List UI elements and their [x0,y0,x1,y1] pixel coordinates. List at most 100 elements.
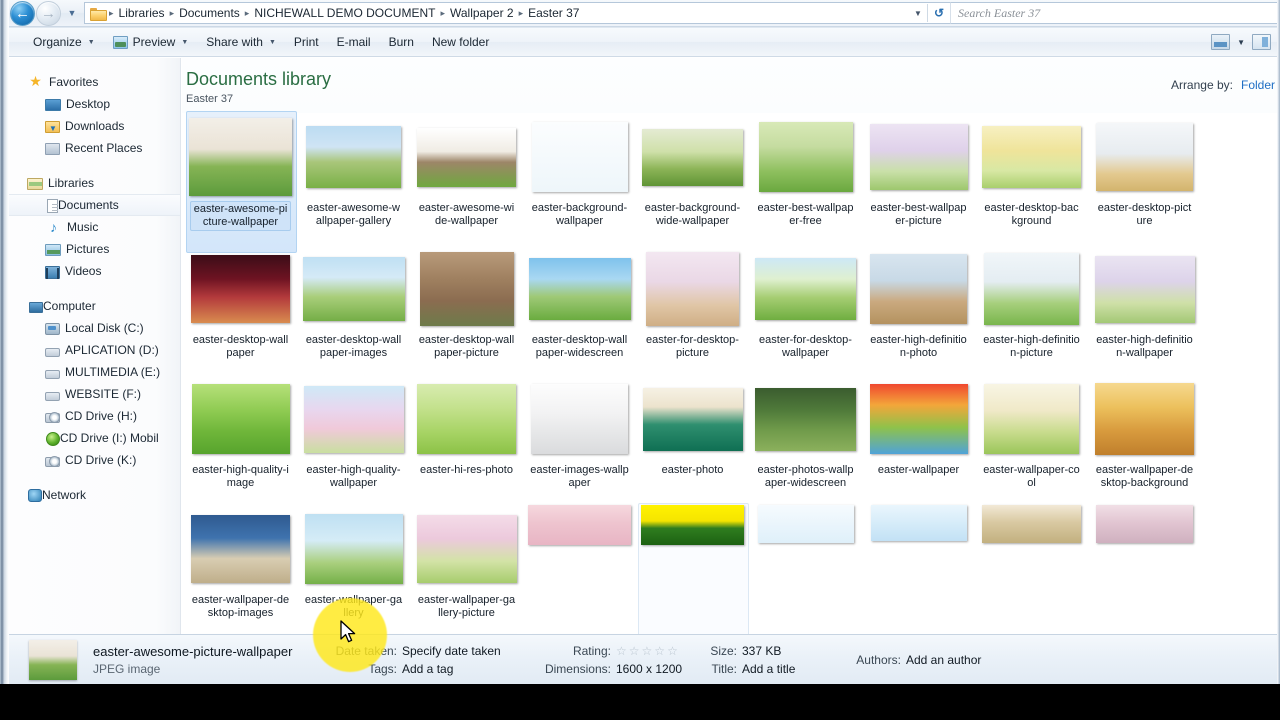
file-item[interactable]: easter-high-quality-wallpaper [297,375,410,491]
tags-value[interactable]: Add a tag [402,660,453,678]
organize-button[interactable]: Organize ▼ [24,31,104,53]
file-item[interactable]: easter-hi-res-photo [410,375,523,491]
navigation-pane[interactable]: ★ Favorites Desktop Downloads Recent Places L… [9,58,181,634]
file-item[interactable]: easter-high-definition-wallpaper [1088,245,1201,361]
file-item[interactable]: easter-wallpaper-desktop-images [184,505,297,621]
rating-star[interactable]: ☆ [616,642,627,660]
refresh-icon[interactable]: ↺ [928,2,950,24]
authors-value[interactable]: Add an author [906,651,981,669]
file-item[interactable]: easter-desktop-picture [1088,113,1201,231]
breadcrumb-item-easter-37[interactable]: Easter 37 [524,5,583,21]
burn-button[interactable]: Burn [380,31,423,53]
file-item[interactable] [862,505,975,621]
sidebar-group-computer[interactable]: Computer [9,295,180,317]
sidebar-item-website-f[interactable]: WEBSITE (F:) [9,383,180,405]
address-chevron-down-icon[interactable]: ▼ [909,9,927,18]
view-chevron-down-icon[interactable]: ▼ [1232,38,1250,47]
sidebar-item-label: MULTIMEDIA (E:) [65,365,161,379]
sidebar-item-documents[interactable]: Documents [9,194,180,216]
preview-button[interactable]: Preview ▼ [104,31,198,53]
back-arrow-icon[interactable]: ← [10,0,35,26]
file-item[interactable]: easter-wallpaper-cool [975,375,1088,491]
show-preview-pane-icon[interactable] [1252,34,1271,50]
file-item[interactable]: easter-background-wide-wallpaper [636,113,749,231]
file-item[interactable]: easter-high-definition-photo [862,245,975,361]
breadcrumb-item-wallpaper-2[interactable]: Wallpaper 2 [446,5,518,21]
sidebar-item-videos[interactable]: Videos [9,260,180,282]
file-item[interactable]: easter-desktop-wallpaper-picture [410,245,523,361]
file-thumbnail-wrap [189,245,292,333]
file-item[interactable] [975,505,1088,621]
sidebar-item-label: Downloads [65,119,125,133]
file-item[interactable]: easter-for-desktop-picture [636,245,749,361]
file-item[interactable]: easter-images-wallpaper [523,375,636,491]
search-input[interactable]: Search Easter 37 [950,2,1280,24]
file-list-pane[interactable]: Documents library Easter 37 Arrange by: … [182,58,1277,634]
file-item[interactable]: easter-awesome-wide-wallpaper [410,113,523,231]
sidebar-item-label: Music [67,220,99,234]
email-button[interactable]: E-mail [328,31,380,53]
title-value[interactable]: Add a title [742,660,795,678]
rating-star[interactable]: ☆ [629,642,640,660]
sidebar-item-cd-drive-i-mobil[interactable]: CD Drive (I:) Mobil [9,427,180,449]
file-item[interactable]: easter-desktop-wallpaper-widescreen [523,245,636,361]
file-item[interactable]: easter-desktop-background [975,113,1088,231]
sidebar-item-pictures[interactable]: Pictures [9,238,180,260]
sidebar-item-recent-places[interactable]: Recent Places [9,137,180,159]
file-item[interactable]: easter-wallpaper [862,375,975,491]
file-item[interactable] [523,505,636,621]
sidebar-item-local-disk-c[interactable]: Local Disk (C:) [9,317,180,339]
change-view-icon[interactable] [1211,34,1231,50]
rating-star[interactable]: ☆ [667,642,678,660]
new-folder-button[interactable]: New folder [423,31,498,53]
file-item[interactable]: easter-high-quality-image [184,375,297,491]
file-item[interactable] [1088,505,1201,621]
file-item[interactable]: easter-best-wallpaper-picture [862,113,975,231]
file-item[interactable]: easter-best-wallpaper-free [749,113,862,231]
sidebar-item-aplication-d[interactable]: APLICATION (D:) [9,339,180,361]
file-item[interactable]: easter-awesome-wallpaper-gallery [297,113,410,231]
file-item[interactable]: easter-awesome-picture-wallpaper [184,111,297,253]
recent-pages-chevron-down-icon[interactable]: ▼ [64,2,80,24]
print-button[interactable]: Print [285,31,328,53]
sidebar-group-network[interactable]: Network [9,484,180,506]
file-item[interactable]: easter-wallpaper-gallery-picture [410,505,523,621]
file-item[interactable]: easter-desktop-wallpaper [184,245,297,361]
file-label: easter-best-wallpaper-picture [870,202,967,227]
screen-letterbox [0,684,1280,720]
file-item[interactable]: easter-for-desktop-wallpaper [749,245,862,361]
file-item[interactable]: easter-background-wallpaper [523,113,636,231]
sidebar-item-multimedia-e[interactable]: MULTIMEDIA (E:) [9,361,180,383]
sidebar-item-label: CD Drive (H:) [65,409,137,423]
file-label: easter-for-desktop-picture [646,334,739,359]
file-label: easter-wallpaper-desktop-background [1095,464,1194,489]
file-item[interactable]: easter-desktop-wallpaper-images [297,245,410,361]
forward-arrow-icon[interactable]: → [36,0,61,26]
sidebar-item-desktop[interactable]: Desktop [9,93,180,115]
sidebar-item-cd-drive-h[interactable]: CD Drive (H:) [9,405,180,427]
sidebar-item-label: WEBSITE (F:) [65,387,141,401]
breadcrumb[interactable]: ▸ Libraries ▸ Documents ▸ NICHEWALL DEMO… [84,2,928,24]
search-placeholder: Search Easter 37 [958,5,1041,20]
file-item[interactable]: easter-photos-wallpaper-widescreen [749,375,862,491]
file-item[interactable]: easter-wallpaper-desktop-background [1088,375,1201,491]
rating-star[interactable]: ☆ [642,642,653,660]
file-item[interactable]: easter-photo [636,375,749,491]
breadcrumb-item-nichewall-demo-document[interactable]: NICHEWALL DEMO DOCUMENT [250,5,439,21]
sidebar-item-cd-drive-k[interactable]: CD Drive (K:) [9,449,180,471]
sidebar-group-libraries[interactable]: Libraries [9,172,180,194]
sidebar-item-downloads[interactable]: Downloads [9,115,180,137]
sidebar-item-music[interactable]: ♪ Music [9,216,180,238]
share-with-button[interactable]: Share with ▼ [197,31,285,53]
rating-stars[interactable]: ☆ ☆ ☆ ☆ ☆ [616,642,678,660]
file-item[interactable]: easter-high-definition-picture [975,245,1088,361]
sidebar-group-favorites[interactable]: ★ Favorites [9,71,180,93]
rating-star[interactable]: ☆ [654,642,665,660]
file-item[interactable] [636,503,749,634]
file-item[interactable] [749,505,862,621]
breadcrumb-item-libraries[interactable]: Libraries [115,5,169,21]
arrange-by-value[interactable]: Folder [1241,78,1275,92]
breadcrumb-item-documents[interactable]: Documents [175,5,244,21]
date-taken-value[interactable]: Specify date taken [402,642,501,660]
